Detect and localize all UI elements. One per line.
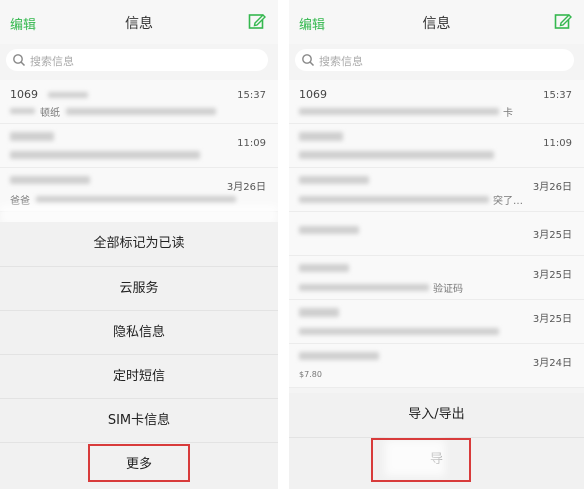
blurred-text: [299, 284, 429, 291]
message-time: 3月25日: [532, 270, 572, 281]
message-snippet: 顿纸: [40, 108, 60, 119]
blurred-text: [299, 108, 499, 115]
blurred-sender: [299, 132, 343, 141]
message-time: 3月26日: [226, 182, 266, 193]
message-time: 3月26日: [532, 182, 572, 193]
message-time: 15:37: [543, 90, 572, 101]
page-title: 信息: [125, 16, 153, 32]
message-time: 3月24日: [532, 358, 572, 369]
message-time: 3月25日: [532, 314, 572, 325]
highlight-box: [371, 438, 471, 482]
list-item[interactable]: 11:09: [0, 124, 278, 168]
message-time: 11:09: [237, 138, 266, 149]
header: 编辑 信息: [0, 0, 278, 44]
blurred-sender: [10, 176, 90, 184]
message-snippet: 突了…: [493, 196, 523, 207]
search-icon: [13, 54, 26, 67]
compose-icon[interactable]: [554, 12, 572, 30]
message-time: 15:37: [237, 90, 266, 101]
message-snippet: 卡: [503, 108, 513, 119]
message-list: 1069 15:37 卡 11:09 3月26日 突了… 3月25日 3月25日…: [289, 80, 584, 388]
left-screen: 编辑 信息 搜索信息 1069 15:37 顿纸 11:09 3月26日 爸爸 …: [0, 0, 278, 489]
blurred-text: [10, 151, 200, 159]
search-input[interactable]: 搜索信息: [6, 49, 268, 71]
blurred-text: [48, 92, 88, 98]
list-item[interactable]: 3月26日 突了…: [289, 168, 584, 212]
blurred-text: [36, 196, 236, 203]
blurred-text: [10, 108, 35, 114]
list-item[interactable]: 11:09: [289, 124, 584, 168]
list-item[interactable]: 3月24日 $7.80: [289, 344, 584, 388]
search-placeholder: 搜索信息: [30, 55, 74, 68]
sim-info-button[interactable]: SIM卡信息: [0, 398, 278, 442]
right-screen: 编辑 信息 搜索信息 1069 15:37 卡 11:09 3月26日 突了… …: [289, 0, 584, 489]
import-export-button[interactable]: 导入/导出: [289, 393, 584, 437]
blurred-sender: [299, 176, 369, 184]
message-time: 3月25日: [532, 230, 572, 241]
message-sender: 1069: [299, 88, 327, 101]
search-input[interactable]: 搜索信息: [295, 49, 574, 71]
scheduled-sms-button[interactable]: 定时短信: [0, 354, 278, 398]
screenshot-pair: 编辑 信息 搜索信息 1069 15:37 顿纸 11:09 3月26日 爸爸 …: [0, 0, 584, 489]
message-time: 11:09: [543, 138, 572, 149]
list-item[interactable]: 3月25日: [289, 212, 584, 256]
search-placeholder: 搜索信息: [319, 55, 363, 68]
message-snippet: $7.80: [299, 370, 322, 379]
page-title: 信息: [422, 16, 451, 32]
private-messages-button[interactable]: 隐私信息: [0, 310, 278, 354]
cloud-service-button[interactable]: 云服务: [0, 266, 278, 310]
message-snippet: 验证码: [433, 284, 463, 295]
blurred-sender: [299, 352, 379, 360]
divider: [278, 0, 289, 489]
blurred-sender: [10, 132, 54, 141]
mark-all-read-button[interactable]: 全部标记为已读: [0, 222, 278, 266]
message-sender: 1069: [10, 88, 38, 101]
highlight-box: [88, 444, 190, 482]
blurred-sender: [299, 226, 359, 234]
search-icon: [302, 54, 315, 67]
blurred-text: [299, 328, 499, 335]
blurred-sender: [299, 264, 349, 272]
blurred-text: [66, 108, 216, 115]
list-item[interactable]: 3月25日: [289, 300, 584, 344]
header: 编辑 信息: [289, 0, 584, 44]
message-list: 1069 15:37 顿纸 11:09 3月26日 爸爸: [0, 80, 278, 212]
list-item[interactable]: 1069 15:37 卡: [289, 80, 584, 124]
blurred-text: [299, 196, 489, 203]
blurred-sender: [299, 308, 339, 317]
list-item[interactable]: 3月25日 验证码: [289, 256, 584, 300]
list-item[interactable]: 1069 15:37 顿纸: [0, 80, 278, 124]
compose-icon[interactable]: [248, 12, 266, 30]
blurred-text: [299, 151, 494, 159]
